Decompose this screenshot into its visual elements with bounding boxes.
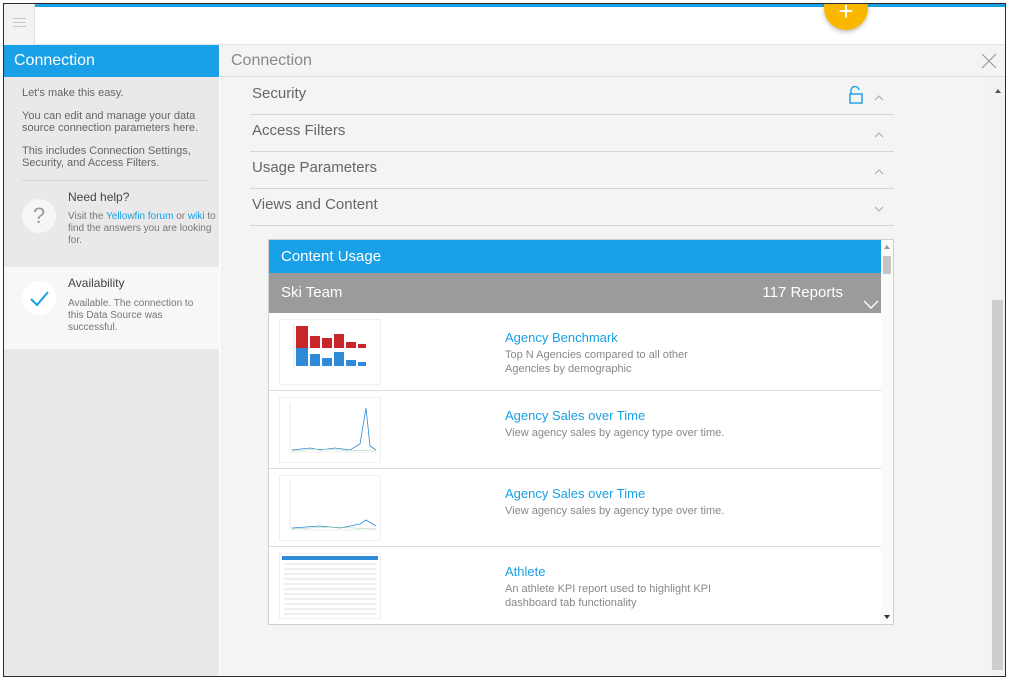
section-usage-parameters[interactable]: Usage Parameters — [250, 152, 894, 189]
chevron-up-icon[interactable] — [874, 164, 884, 175]
wiki-link[interactable]: wiki — [188, 211, 205, 222]
bar-chart-thumbnail — [279, 319, 381, 385]
question-icon: ? — [22, 199, 56, 233]
section-views-and-content[interactable]: Views and Content — [250, 189, 894, 226]
app-window: + Connection Let's make this easy. You c… — [3, 3, 1006, 677]
chevron-down-icon[interactable] — [874, 201, 884, 212]
section-label: Security — [252, 85, 307, 102]
report-name[interactable]: Agency Benchmark — [505, 330, 618, 345]
forum-link[interactable]: Yellowfin forum — [106, 211, 173, 222]
group-row-ski-team[interactable]: Ski Team 117 Reports — [269, 273, 893, 313]
report-name[interactable]: Agency Sales over Time — [505, 486, 645, 501]
checkmark-icon — [22, 281, 56, 315]
sidebar-intro: Let's make this easy. You can edit and m… — [4, 77, 219, 169]
report-row[interactable]: Athlete An athlete KPI report used to hi… — [269, 547, 893, 624]
scroll-up-arrow-icon[interactable] — [995, 89, 1001, 93]
main-panel: Connection Security Access Filters Usage… — [220, 45, 1005, 676]
chevron-up-icon[interactable] — [874, 90, 884, 101]
intro-line: You can edit and manage your data source… — [22, 110, 199, 134]
add-button[interactable]: + — [824, 4, 868, 30]
section-label: Views and Content — [252, 196, 378, 213]
scroll-up-arrow-icon[interactable] — [884, 245, 890, 249]
top-bar: + — [4, 4, 1005, 45]
help-title: Need help? — [68, 190, 130, 204]
section-access-filters[interactable]: Access Filters — [250, 115, 894, 152]
close-icon[interactable] — [981, 53, 997, 69]
availability-block: Availability Available. The connection t… — [4, 267, 219, 349]
group-name: Ski Team — [281, 284, 343, 301]
report-row[interactable]: Agency Sales over Time View agency sales… — [269, 391, 893, 469]
group-count: 117 Reports — [762, 284, 843, 301]
panel-scrollbar[interactable] — [881, 240, 893, 624]
sidebar: Connection Let's make this easy. You can… — [4, 45, 219, 676]
content-usage-panel: Content Usage Ski Team 117 Reports Agenc… — [268, 239, 894, 625]
intro-line: Let's make this easy. — [22, 87, 124, 99]
report-name[interactable]: Agency Sales over Time — [505, 408, 645, 423]
help-block: ? Need help? Visit the Yellowfin forum o… — [4, 181, 219, 267]
sidebar-title: Connection — [4, 45, 219, 77]
availability-text: Available. The connection to this Data S… — [68, 298, 194, 333]
report-description: View agency sales by agency type over ti… — [505, 427, 725, 439]
main-header: Connection — [220, 45, 1005, 77]
hamburger-icon[interactable] — [4, 4, 35, 45]
scroll-down-arrow-icon[interactable] — [884, 615, 890, 619]
report-name[interactable]: Athlete — [505, 564, 545, 579]
main-scroll-thumb[interactable] — [992, 300, 1003, 670]
line-chart-thumbnail — [279, 397, 381, 463]
report-row[interactable]: Agency Benchmark Top N Agencies compared… — [269, 313, 893, 391]
report-description: View agency sales by agency type over ti… — [505, 505, 725, 517]
page-title: Connection — [231, 52, 312, 69]
report-row[interactable]: Agency Sales over Time View agency sales… — [269, 469, 893, 547]
chevron-up-icon[interactable] — [874, 127, 884, 138]
section-label: Usage Parameters — [252, 159, 378, 176]
section-security[interactable]: Security — [250, 78, 894, 115]
section-list: Security Access Filters Usage Parameters… — [250, 78, 894, 226]
panel-scroll-thumb[interactable] — [883, 256, 891, 274]
line-chart-thumbnail — [279, 475, 381, 541]
section-label: Access Filters — [252, 122, 346, 139]
availability-title: Availability — [68, 276, 125, 290]
table-thumbnail — [279, 553, 381, 619]
content-usage-title: Content Usage — [269, 240, 893, 273]
help-text-part: Visit the — [68, 211, 106, 222]
intro-line: This includes Connection Settings, Secur… — [22, 145, 191, 169]
help-text: Visit the Yellowfin forum or wiki to fin… — [68, 211, 219, 247]
lock-open-icon[interactable] — [848, 85, 864, 109]
help-text-part: or — [173, 211, 188, 222]
report-description: Top N Agencies compared to all other Age… — [505, 349, 688, 375]
report-description: An athlete KPI report used to highlight … — [505, 583, 712, 609]
